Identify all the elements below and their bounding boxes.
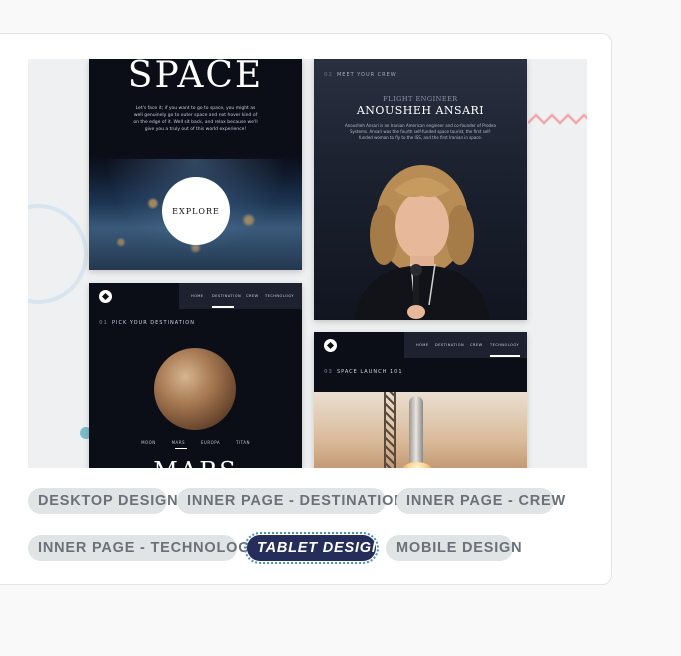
tag-inner-page-technology[interactable]: INNER PAGE - TECHNOLOGY	[28, 535, 260, 561]
crew-page-screenshot: 02 MEET YOUR CREW FLIGHT ENGINEER ANOUSHE…	[314, 59, 527, 320]
tab-mars: MARS	[171, 440, 186, 445]
technology-nav: HOME DESTINATION CREW TECHNOLOGY	[404, 332, 527, 358]
nav-crew: CREW	[470, 343, 483, 347]
design-preview-image[interactable]: SPACE Let's face it; if you want to go t…	[28, 59, 587, 468]
nav-destination: DESTINATION	[212, 294, 242, 298]
crew-bio: Anousheh Ansari is an Iranian American e…	[345, 123, 496, 140]
mars-image	[154, 348, 236, 430]
crew-role: FLIGHT ENGINEER	[383, 95, 458, 103]
nav-technology: TECHNOLOGY	[265, 294, 295, 298]
home-title: SPACE	[127, 59, 264, 96]
rocket-launch-image	[314, 392, 527, 468]
nav-active-underline	[212, 306, 234, 308]
nav-home: HOME	[191, 294, 204, 298]
nav-destination: DESTINATION	[435, 343, 465, 347]
destination-heading: 01 PICK YOUR DESTINATION	[99, 320, 195, 326]
home-page-screenshot: SPACE Let's face it; if you want to go t…	[89, 59, 302, 270]
explore-button: EXPLORE	[162, 177, 230, 245]
nav-crew: CREW	[246, 294, 259, 298]
zigzag-decoration	[528, 113, 587, 125]
planet-name: MARS	[89, 457, 302, 468]
tab-active-underline	[175, 448, 187, 449]
destination-page-screenshot: HOME DESTINATION CREW TECHNOLOGY 01 PICK …	[89, 283, 302, 468]
nav-home: HOME	[416, 343, 429, 347]
nav-technology: TECHNOLOGY	[490, 343, 520, 347]
planet-tabs: MOON MARS EUROPA TITAN	[89, 440, 302, 445]
crew-name: ANOUSHEH ANSARI	[356, 104, 485, 117]
crew-portrait-image	[354, 165, 490, 320]
tab-titan: TITAN	[235, 440, 250, 445]
tag-desktop-design[interactable]: DESKTOP DESIGN	[28, 488, 178, 514]
tab-europa: EUROPA	[200, 440, 221, 445]
destination-nav: HOME DESTINATION CREW TECHNOLOGY	[179, 283, 302, 309]
technology-heading: 03 SPACE LAUNCH 101	[324, 369, 403, 375]
technology-page-screenshot: HOME DESTINATION CREW TECHNOLOGY 03 SPACE…	[314, 332, 527, 468]
logo-icon	[99, 290, 112, 303]
ring-decoration	[28, 204, 88, 304]
crew-heading: 02 MEET YOUR CREW	[324, 72, 397, 78]
nav-active-underline	[490, 355, 520, 357]
home-text: Let's face it; if you want to go to spac…	[133, 106, 258, 132]
tag-tablet-design[interactable]: TABLET DESIGN	[244, 532, 382, 564]
logo-icon	[324, 339, 337, 352]
tag-inner-page-crew[interactable]: INNER PAGE - CREW	[396, 488, 565, 514]
tag-inner-page-destination[interactable]: INNER PAGE - DESTINATION	[177, 488, 405, 514]
tag-mobile-design[interactable]: MOBILE DESIGN	[386, 535, 522, 561]
tab-moon: MOON	[141, 440, 156, 445]
